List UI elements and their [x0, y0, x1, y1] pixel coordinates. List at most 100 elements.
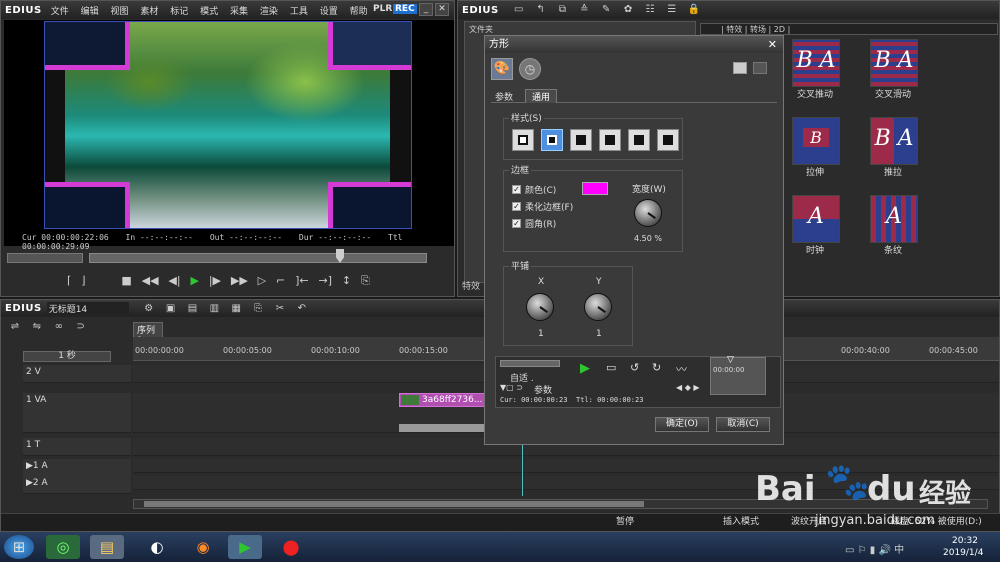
tools-icon[interactable]: ✎ — [598, 3, 614, 17]
ripple-icon[interactable]: ⇋ — [29, 320, 45, 334]
palette-icon[interactable]: 🎨 — [491, 58, 513, 80]
edius-task-icon[interactable]: ▶ — [228, 535, 262, 559]
menu-view[interactable]: 视图 — [110, 7, 128, 17]
tile-y-knob[interactable] — [584, 293, 612, 321]
mini-loop-icon[interactable]: ▭ — [606, 361, 616, 374]
qq-icon[interactable]: ◐ — [140, 535, 174, 559]
effect-thumb-push[interactable]: B A — [870, 117, 918, 165]
tab-params[interactable]: 参数 — [495, 90, 513, 103]
status-insert-mode[interactable]: 插入模式 — [723, 514, 759, 530]
browser-icon[interactable]: ◎ — [46, 535, 80, 559]
track-header-2a[interactable]: ▶2 A — [23, 476, 131, 494]
copy-icon[interactable]: ⎘ — [250, 302, 266, 316]
menu-marker[interactable]: 标记 — [170, 7, 188, 17]
scale-control[interactable]: 1 秒 — [23, 351, 111, 362]
menu-render[interactable]: 渲染 — [260, 7, 278, 17]
tile-x-knob[interactable] — [526, 293, 554, 321]
effect-thumb-stretch[interactable]: B — [792, 117, 840, 165]
settings-icon[interactable]: ⚙ — [141, 302, 157, 316]
save-as-icon[interactable]: ▦ — [228, 302, 244, 316]
explorer-icon[interactable]: ▤ — [90, 535, 124, 559]
ok-button[interactable]: 确定(O) — [655, 417, 709, 432]
cancel-button[interactable]: 取消(C) — [716, 417, 770, 432]
timeline-clip[interactable]: 3a68ff2736... — [399, 393, 487, 407]
undo-icon[interactable]: ↶ — [294, 302, 310, 316]
menu-help[interactable]: 帮助 — [350, 7, 368, 17]
cut-icon[interactable]: ✂ — [272, 302, 288, 316]
style-square-button[interactable] — [512, 129, 534, 151]
track-icon[interactable]: ≙ — [576, 3, 592, 17]
plr-label[interactable]: PLR — [373, 4, 392, 14]
jog-slider[interactable] — [7, 253, 83, 263]
soft-border-checkbox[interactable]: ✓ 柔化边框(F) — [512, 200, 573, 213]
mode-icon[interactable]: ⇌ — [7, 320, 23, 334]
menu-mode[interactable]: 模式 — [200, 7, 218, 17]
keyframe-icon[interactable] — [733, 62, 747, 74]
sync-icon[interactable]: ∞ — [51, 320, 67, 334]
export-icon[interactable]: ⎘ — [361, 273, 370, 289]
mark-out-icon[interactable]: ⌋ — [81, 273, 85, 289]
mini-playhead-icon[interactable]: ▽ — [727, 355, 734, 365]
mini-prev-icon[interactable]: ↺ — [630, 361, 639, 374]
rec-label[interactable]: REC — [393, 4, 417, 14]
menu-settings[interactable]: 设置 — [320, 7, 338, 17]
width-knob[interactable] — [634, 199, 662, 227]
keyframe-nav-icon[interactable]: ◀ ◆ ▶ — [676, 383, 700, 392]
start-button[interactable]: ⊞ — [4, 535, 34, 559]
stop-icon[interactable]: ■ — [121, 273, 131, 289]
border-color-swatch[interactable] — [582, 182, 608, 195]
mini-play-icon[interactable]: ▶ — [580, 361, 590, 376]
clip-audio[interactable] — [399, 424, 487, 432]
menu-capture[interactable]: 采集 — [230, 7, 248, 17]
step-back-icon[interactable]: ◀| — [168, 273, 180, 289]
link-icon[interactable]: ⊃ — [73, 320, 89, 334]
tray-icons[interactable]: ▭ ⚐ ▮ 🔊 中 — [845, 541, 904, 556]
list-icon[interactable]: ☰ — [664, 3, 680, 17]
close-button[interactable]: ✕ — [435, 3, 449, 16]
timer-icon[interactable]: ◷ — [519, 58, 541, 80]
loop-icon[interactable]: ▷ — [258, 273, 266, 289]
effect-thumb-cross-slide[interactable]: B A — [870, 39, 918, 87]
style-corner-tl-button[interactable] — [570, 129, 592, 151]
dialog-close-icon[interactable]: ✕ — [768, 36, 777, 53]
effects-icon[interactable]: ✿ — [620, 3, 636, 17]
style-corner-br-button[interactable] — [657, 129, 679, 151]
clock-date[interactable]: 2019/1/4 — [943, 548, 983, 558]
tab-general[interactable]: 通用 — [525, 89, 558, 103]
track-header-1va[interactable]: 1 VA — [23, 393, 131, 433]
style-corner-bl-button[interactable] — [628, 129, 650, 151]
lock-icon[interactable]: 🔒 — [686, 3, 702, 17]
menu-clip[interactable]: 素材 — [140, 7, 158, 17]
group-icon[interactable]: ⧉ — [554, 3, 570, 17]
folder-icon[interactable]: ▭ — [511, 3, 527, 17]
mini-graph-icon[interactable]: 〰 — [676, 361, 687, 377]
fast-forward-icon[interactable]: ▶▶ — [231, 273, 248, 289]
param-expand-icon[interactable]: ▼▢ ⊃ — [500, 383, 523, 392]
insert2-icon[interactable]: →] — [318, 273, 332, 289]
record-icon[interactable]: ⬤ — [274, 535, 308, 559]
mini-slider[interactable] — [500, 360, 560, 367]
effect-thumb-clock[interactable]: A — [792, 195, 840, 243]
menu-file[interactable]: 文件 — [51, 7, 69, 17]
menu-edit[interactable]: 编辑 — [81, 7, 99, 17]
scrollbar-thumb[interactable] — [144, 501, 644, 507]
open-icon[interactable]: ▤ — [184, 302, 200, 316]
step-forward-icon[interactable]: |▶ — [209, 273, 221, 289]
play-icon[interactable]: ▶ — [190, 273, 198, 289]
effect-thumb-cross-push[interactable]: B A — [792, 39, 840, 87]
new-icon[interactable]: ▣ — [163, 302, 179, 316]
round-corner-checkbox[interactable]: ✓ 圆角(R) — [512, 217, 556, 230]
firefox-icon[interactable]: ◉ — [186, 535, 220, 559]
style-corner-tr-button[interactable] — [599, 129, 621, 151]
track-header-1t[interactable]: 1 T — [23, 438, 131, 456]
view-icon[interactable]: ☷ — [642, 3, 658, 17]
minimize-button[interactable]: _ — [419, 3, 433, 16]
mini-next-icon[interactable]: ↻ — [652, 361, 661, 374]
track-header-2v[interactable]: 2 V — [23, 365, 131, 383]
style-cross-button[interactable] — [541, 129, 563, 151]
rewind-icon[interactable]: ◀◀ — [142, 273, 159, 289]
clock-time[interactable]: 20:32 — [952, 536, 978, 546]
effect-thumb-stripe[interactable]: A — [870, 195, 918, 243]
mark-in-icon[interactable]: ⌈ — [67, 273, 71, 289]
up-icon[interactable]: ↰ — [533, 3, 549, 17]
